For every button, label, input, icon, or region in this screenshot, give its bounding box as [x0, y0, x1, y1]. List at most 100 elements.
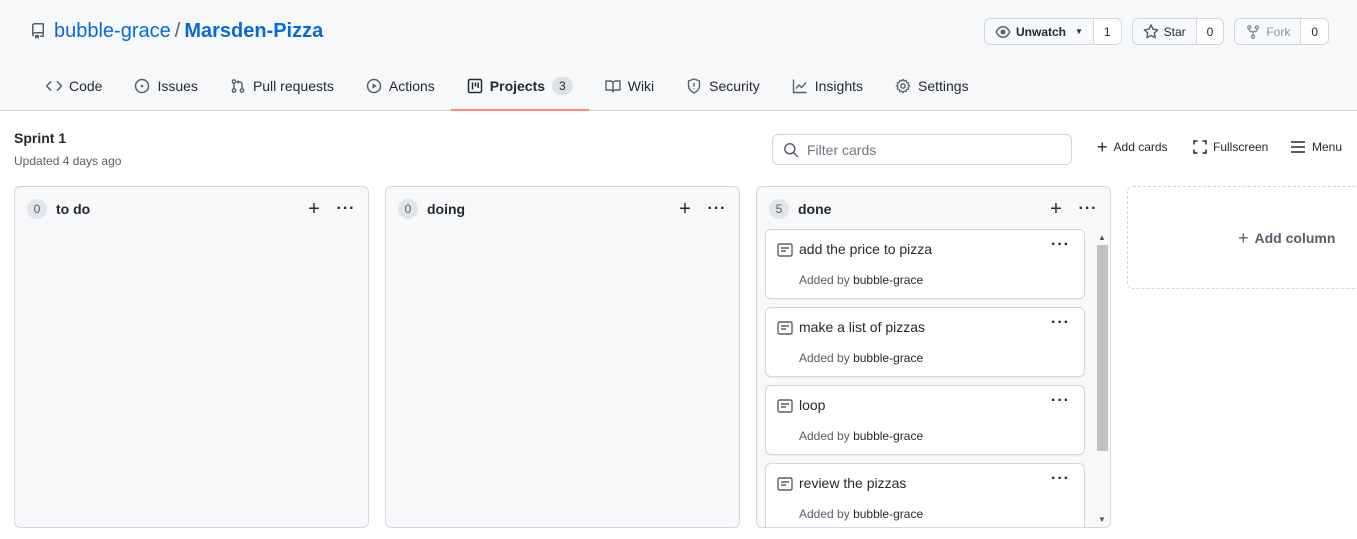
card-author-link[interactable]: bubble-grace — [853, 507, 923, 521]
tab-pull-requests[interactable]: Pull requests — [214, 64, 350, 108]
tab-issues[interactable]: Issues — [118, 64, 213, 108]
added-by-text: Added by — [799, 351, 850, 365]
card-author-link[interactable]: bubble-grace — [853, 273, 923, 287]
column-header: 0 to do + ··· — [27, 199, 360, 219]
note-card[interactable]: make a list of pizzas ··· Added by bubbl… — [765, 307, 1085, 377]
card-menu-icon[interactable]: ··· — [1051, 314, 1070, 332]
fork-count[interactable]: 0 — [1301, 19, 1328, 44]
note-icon — [777, 243, 793, 257]
gear-icon — [895, 78, 911, 94]
filter-cards-field[interactable] — [772, 134, 1072, 165]
card-author-link[interactable]: bubble-grace — [853, 351, 923, 365]
fullscreen-label: Fullscreen — [1213, 140, 1269, 154]
book-icon — [605, 80, 621, 93]
column-scrollbar[interactable]: ▲ ▼ — [1096, 231, 1108, 525]
card-meta: Added by bubble-grace — [799, 429, 923, 443]
tab-settings[interactable]: Settings — [879, 64, 985, 108]
tab-wiki-label: Wiki — [627, 78, 655, 94]
fork-label: Fork — [1266, 24, 1291, 39]
tab-insights[interactable]: Insights — [776, 64, 879, 108]
fork-icon — [1247, 24, 1260, 39]
repo-icon — [30, 23, 46, 39]
fullscreen-icon — [1193, 140, 1207, 154]
note-icon — [777, 321, 793, 335]
column-menu-icon[interactable]: ··· — [332, 201, 360, 217]
tab-pull-requests-label: Pull requests — [252, 78, 334, 94]
code-icon — [46, 81, 62, 91]
shield-icon — [687, 78, 701, 94]
scroll-up-arrow-icon[interactable]: ▲ — [1096, 231, 1108, 243]
tab-security[interactable]: Security — [670, 64, 776, 108]
repo-tabs: Code Issues Pull requests Actions Projec… — [30, 64, 985, 111]
add-column-label: Add column — [1254, 229, 1336, 246]
board-title: Sprint 1 — [14, 130, 67, 146]
column-header: 5 done + ··· — [769, 199, 1102, 219]
column-menu-icon[interactable]: ··· — [1074, 201, 1102, 217]
tab-code[interactable]: Code — [30, 64, 118, 108]
tab-projects[interactable]: Projects 3 — [450, 64, 589, 111]
watch-button-group: Unwatch ▼ 1 — [983, 18, 1122, 45]
star-icon — [1143, 23, 1158, 38]
column-card-count: 5 — [769, 199, 789, 219]
column-done: 5 done + ··· add the price to pizza ··· … — [756, 186, 1111, 528]
fullscreen-button[interactable]: Fullscreen — [1193, 140, 1268, 154]
repo-separator: / — [174, 20, 181, 42]
column-name: to do — [56, 201, 91, 217]
unwatch-button[interactable]: Unwatch ▼ — [985, 19, 1094, 44]
tab-issues-label: Issues — [157, 78, 198, 94]
add-cards-label: Add cards — [1113, 140, 1168, 154]
add-card-plus-icon[interactable]: + — [1044, 199, 1068, 219]
board-updated-text: Updated 4 days ago — [14, 154, 122, 168]
card-author-link[interactable]: bubble-grace — [853, 429, 923, 443]
add-card-plus-icon[interactable]: + — [673, 199, 697, 219]
filter-cards-input[interactable] — [807, 141, 1057, 158]
star-label: Star — [1163, 24, 1186, 39]
note-card[interactable]: add the price to pizza ··· Added by bubb… — [765, 229, 1085, 299]
added-by-text: Added by — [799, 507, 850, 521]
card-title: loop — [799, 397, 826, 413]
hamburger-icon — [1291, 141, 1305, 153]
column-to-do: 0 to do + ··· — [14, 186, 369, 528]
fork-button-group: Fork 0 — [1234, 18, 1329, 45]
menu-label: Menu — [1312, 140, 1343, 154]
star-count[interactable]: 0 — [1196, 19, 1224, 44]
add-card-plus-icon[interactable]: + — [302, 199, 326, 219]
tab-projects-label: Projects — [489, 78, 546, 94]
add-column-button[interactable]: + Add column — [1127, 186, 1357, 289]
repo-name-link[interactable]: Marsden-Pizza — [184, 18, 323, 44]
scroll-down-arrow-icon[interactable]: ▼ — [1096, 513, 1108, 525]
repo-actions: Unwatch ▼ 1 Star 0 Fork 0 — [983, 18, 1329, 45]
watch-count[interactable]: 1 — [1093, 19, 1121, 44]
fork-button[interactable]: Fork — [1235, 19, 1302, 44]
card-list: add the price to pizza ··· Added by bubb… — [765, 229, 1085, 527]
repo-owner-link[interactable]: bubble-grace — [54, 18, 171, 44]
star-button[interactable]: Star — [1133, 19, 1197, 44]
tab-wiki[interactable]: Wiki — [589, 64, 670, 108]
issue-icon — [135, 78, 150, 94]
add-cards-button[interactable]: + Add cards — [1097, 137, 1168, 157]
scroll-thumb[interactable] — [1097, 245, 1108, 451]
note-card[interactable]: loop ··· Added by bubble-grace — [765, 385, 1085, 455]
column-name: doing — [427, 201, 466, 217]
card-meta: Added by bubble-grace — [799, 273, 923, 287]
card-menu-icon[interactable]: ··· — [1051, 392, 1070, 410]
card-menu-icon[interactable]: ··· — [1051, 236, 1070, 254]
menu-button[interactable]: Menu — [1290, 140, 1342, 154]
column-doing: 0 doing + ··· — [385, 186, 740, 528]
search-icon — [784, 142, 799, 157]
added-by-text: Added by — [799, 429, 850, 443]
card-meta: Added by bubble-grace — [799, 351, 923, 365]
column-menu-icon[interactable]: ··· — [703, 201, 731, 217]
card-title: add the price to pizza — [799, 241, 933, 257]
card-title: make a list of pizzas — [799, 319, 926, 335]
tab-actions[interactable]: Actions — [350, 64, 451, 108]
note-card[interactable]: review the pizzas ··· Added by bubble-gr… — [765, 463, 1085, 527]
added-by-text: Added by — [799, 273, 850, 287]
plus-icon: + — [1097, 137, 1108, 157]
play-icon — [366, 78, 382, 94]
column-card-count: 0 — [27, 199, 47, 219]
card-menu-icon[interactable]: ··· — [1051, 470, 1070, 488]
column-name: done — [798, 201, 832, 217]
note-icon — [777, 477, 793, 491]
card-meta: Added by bubble-grace — [799, 507, 923, 521]
